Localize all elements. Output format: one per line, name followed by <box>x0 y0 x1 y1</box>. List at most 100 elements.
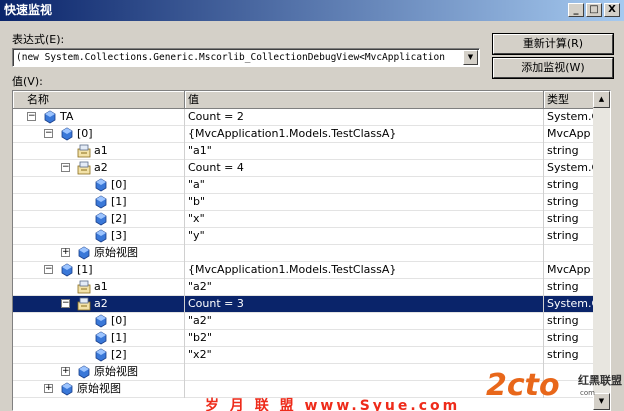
row-name: [0] <box>77 127 93 140</box>
row-value: "x2" <box>188 348 212 361</box>
value-cell[interactable]: Count = 3 <box>184 296 542 313</box>
column-header-value[interactable]: 值 <box>185 91 544 109</box>
name-cell: + 原始视图 <box>13 381 183 398</box>
column-header-name[interactable]: 名称 <box>13 91 185 109</box>
table-row[interactable]: + 原始视图 <box>13 245 593 262</box>
table-row[interactable]: a1 "a1" string <box>13 143 593 160</box>
table-row[interactable]: − a2 Count = 4 System.C <box>13 160 593 177</box>
value-cell[interactable]: "a" <box>184 177 542 194</box>
row-name: [2] <box>111 212 127 225</box>
value-cell[interactable] <box>184 245 542 262</box>
row-name: [0] <box>111 178 127 191</box>
collapse-icon[interactable]: − <box>61 299 70 308</box>
table-row[interactable]: [0] "a" string <box>13 177 593 194</box>
value-cell[interactable]: {MvcApplication1.Models.TestClassA} <box>184 126 542 143</box>
row-value: {MvcApplication1.Models.TestClassA} <box>188 263 397 276</box>
field-icon <box>60 263 74 277</box>
column-header-type[interactable]: 类型 <box>544 91 594 109</box>
type-cell: string <box>543 228 593 245</box>
vertical-scrollbar[interactable]: ▲ ▼ <box>593 91 610 410</box>
row-name: [1] <box>111 195 127 208</box>
table-row[interactable]: − [1] {MvcApplication1.Models.TestClassA} M… <box>13 262 593 279</box>
row-name: [0] <box>111 314 127 327</box>
field-icon <box>94 195 108 209</box>
expand-icon[interactable]: + <box>61 367 70 376</box>
expression-combobox[interactable]: (new System.Collections.Generic.Mscorlib… <box>12 48 480 67</box>
value-cell[interactable]: "x2" <box>184 347 542 364</box>
value-cell[interactable]: "a1" <box>184 143 542 160</box>
name-cell: a1 <box>13 143 183 160</box>
row-name: a1 <box>94 144 108 157</box>
value-cell[interactable]: "b2" <box>184 330 542 347</box>
field-icon <box>94 212 108 226</box>
chevron-down-icon[interactable]: ▼ <box>463 50 478 65</box>
row-value: "b2" <box>188 331 213 344</box>
table-row[interactable]: − a2 Count = 3 System.C <box>13 296 593 313</box>
table-row[interactable]: [2] "x" string <box>13 211 593 228</box>
table-row[interactable]: [1] "b" string <box>13 194 593 211</box>
expand-icon[interactable]: + <box>61 248 70 257</box>
collapse-icon[interactable]: − <box>61 163 70 172</box>
collapse-icon[interactable]: − <box>44 265 53 274</box>
type-cell: string <box>543 211 593 228</box>
type-cell: string <box>543 177 593 194</box>
name-cell: + 原始视图 <box>13 245 183 262</box>
table-row[interactable]: − TA Count = 2 System.C <box>13 109 593 126</box>
table-row[interactable]: a1 "a2" string <box>13 279 593 296</box>
type-cell: System.C <box>543 160 593 177</box>
field-icon <box>77 365 91 379</box>
value-cell[interactable]: Count = 2 <box>184 109 542 126</box>
watermark-brand-url: com <box>580 389 595 397</box>
value-cell[interactable]: Count = 4 <box>184 160 542 177</box>
row-value: Count = 3 <box>188 297 244 310</box>
name-cell: − [0] <box>13 126 183 143</box>
value-label: 值(V): <box>12 75 43 88</box>
row-value: Count = 2 <box>188 110 244 123</box>
value-cell[interactable]: "y" <box>184 228 542 245</box>
row-value: "a2" <box>188 314 212 327</box>
field-icon <box>94 229 108 243</box>
scroll-up-icon[interactable]: ▲ <box>593 91 610 108</box>
table-row[interactable]: [1] "b2" string <box>13 330 593 347</box>
watermark-text: 岁 月 联 盟 www.Syue.com <box>205 398 461 411</box>
row-name: [1] <box>111 331 127 344</box>
add-watch-button[interactable]: 添加监视(W) <box>493 58 613 78</box>
field-icon <box>94 314 108 328</box>
table-row[interactable]: [0] "a2" string <box>13 313 593 330</box>
collapse-icon[interactable]: − <box>44 129 53 138</box>
type-cell: string <box>543 347 593 364</box>
type-cell: string <box>543 279 593 296</box>
table-row[interactable]: − [0] {MvcApplication1.Models.TestClassA} M… <box>13 126 593 143</box>
table-row[interactable]: [3] "y" string <box>13 228 593 245</box>
value-cell[interactable]: "a2" <box>184 313 542 330</box>
name-cell: [0] <box>13 313 183 330</box>
value-cell[interactable]: "a2" <box>184 279 542 296</box>
row-value: "a2" <box>188 280 212 293</box>
value-cell[interactable]: "b" <box>184 194 542 211</box>
row-value: {MvcApplication1.Models.TestClassA} <box>188 127 397 140</box>
maximize-button[interactable]: □ <box>586 3 602 17</box>
value-cell[interactable]: {MvcApplication1.Models.TestClassA} <box>184 262 542 279</box>
row-name: a1 <box>94 280 108 293</box>
table-row[interactable]: [2] "x2" string <box>13 347 593 364</box>
type-cell <box>543 245 593 262</box>
close-button[interactable]: X <box>604 3 620 17</box>
window-titlebar: 快速监视 _ □ X <box>0 0 624 21</box>
row-name: 原始视图 <box>77 382 121 395</box>
expand-icon[interactable]: + <box>44 384 53 393</box>
watch-grid[interactable]: 名称 值 类型 ▲ ▼ −TACount = 2System.C−[0]{Mvc… <box>12 90 611 411</box>
scroll-down-icon[interactable]: ▼ <box>593 393 610 410</box>
value-cell[interactable]: "x" <box>184 211 542 228</box>
name-cell: − [1] <box>13 262 183 279</box>
row-value: Count = 4 <box>188 161 244 174</box>
row-name: [2] <box>111 348 127 361</box>
recalculate-button[interactable]: 重新计算(R) <box>493 34 613 54</box>
row-value: "y" <box>188 229 205 242</box>
row-value: "x" <box>188 212 205 225</box>
row-name: 原始视图 <box>94 246 138 259</box>
watermark-logo: 2cto <box>486 368 560 403</box>
minimize-button[interactable]: _ <box>568 3 584 17</box>
collapse-icon[interactable]: − <box>27 112 36 121</box>
row-name: a2 <box>94 161 108 174</box>
expression-input[interactable]: (new System.Collections.Generic.Mscorlib… <box>16 51 461 65</box>
